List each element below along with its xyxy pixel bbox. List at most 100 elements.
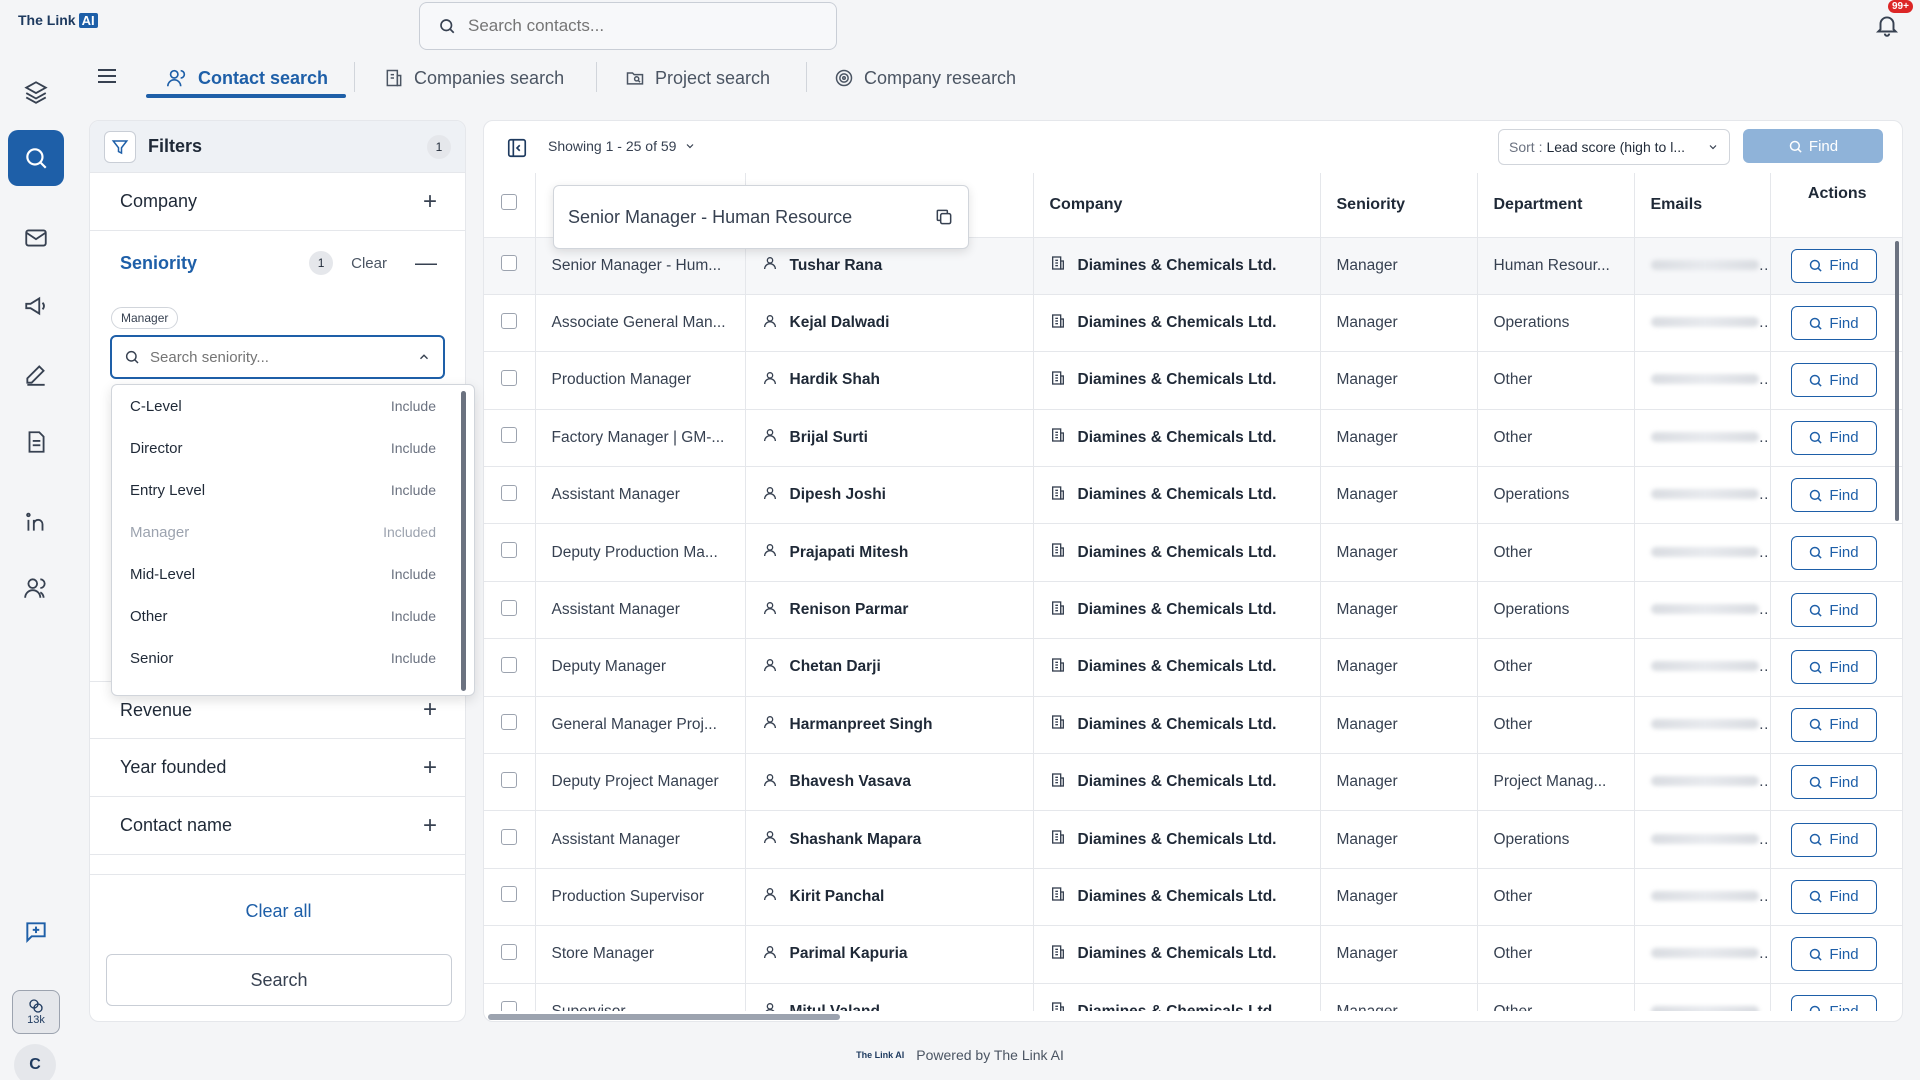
row-checkbox[interactable] — [501, 714, 517, 731]
contact-search-input[interactable] — [468, 16, 788, 36]
rail-linkedin[interactable] — [8, 494, 64, 550]
filter-seniority[interactable]: Seniority 1 Clear — — [90, 235, 465, 291]
company-name[interactable]: Diamines & Chemicals Ltd. — [1078, 716, 1277, 734]
column-header-seniority[interactable]: Seniority — [1320, 173, 1478, 238]
sidebar-collapse-icon[interactable] — [506, 137, 528, 159]
column-header-emails[interactable]: Emails — [1634, 173, 1771, 238]
company-name[interactable]: Diamines & Chemicals Ltd. — [1078, 831, 1277, 849]
row-checkbox[interactable] — [501, 255, 517, 272]
table-row[interactable]: Production Manager Hardik Shah Diamines & … — [484, 351, 1902, 410]
tab-company-research[interactable]: Company research — [834, 58, 1016, 98]
contact-name[interactable]: Harmanpreet Singh — [790, 716, 933, 734]
credits-button[interactable]: 13k — [12, 990, 60, 1034]
row-checkbox[interactable] — [501, 771, 517, 788]
results-count-dropdown[interactable]: Showing 1 - 25 of 59 — [548, 138, 696, 154]
table-row[interactable]: Associate General Man... Kejal Dalwadi Dia… — [484, 294, 1902, 353]
row-checkbox[interactable] — [501, 943, 517, 960]
horizontal-scrollbar[interactable] — [488, 1014, 840, 1020]
rail-campaigns[interactable] — [8, 278, 64, 334]
menu-icon[interactable] — [95, 64, 119, 88]
table-row[interactable]: Deputy Manager Chetan Darji Diamines & Che… — [484, 638, 1902, 697]
rail-contacts[interactable] — [8, 560, 64, 616]
job-title[interactable]: Production Manager — [535, 351, 746, 410]
option-include[interactable]: Include — [391, 650, 436, 666]
filter-toggle[interactable] — [104, 130, 136, 163]
company-name[interactable]: Diamines & Chemicals Ltd. — [1078, 257, 1277, 275]
tab-companies-search[interactable]: Companies search — [384, 58, 564, 98]
find-button[interactable]: Find — [1790, 765, 1877, 800]
find-button[interactable]: Find — [1790, 650, 1877, 685]
find-button[interactable]: Find — [1790, 478, 1877, 513]
find-button[interactable]: Find — [1790, 707, 1877, 742]
chevron-up-icon[interactable] — [417, 350, 431, 364]
option-include[interactable]: Include — [391, 566, 436, 582]
column-header-department[interactable]: Department — [1477, 173, 1635, 238]
find-button[interactable]: Find — [1790, 420, 1877, 455]
rail-documents[interactable] — [8, 414, 64, 470]
company-name[interactable]: Diamines & Chemicals Ltd. — [1078, 544, 1277, 562]
clear-all-button[interactable]: Clear all — [90, 901, 465, 922]
table-row[interactable]: Factory Manager | GM-... Brijal Surti Diam… — [484, 409, 1902, 468]
table-row[interactable]: Supervisor Mitul Valand Diamines & Chemica… — [484, 983, 1902, 1011]
tab-contact-search[interactable]: Contact search — [166, 58, 328, 98]
row-checkbox[interactable] — [501, 484, 517, 501]
rail-layers[interactable] — [8, 64, 64, 120]
find-button[interactable]: Find — [1790, 879, 1877, 914]
dropdown-scrollbar[interactable] — [461, 391, 466, 691]
sort-select[interactable]: Sort : Lead score (high to l... — [1498, 129, 1730, 165]
option-include[interactable]: Include — [391, 608, 436, 624]
company-name[interactable]: Diamines & Chemicals Ltd. — [1078, 658, 1277, 676]
job-title[interactable]: Assistant Manager — [535, 466, 746, 525]
find-all-button[interactable]: Find — [1743, 129, 1883, 163]
seniority-option[interactable]: Senior Include — [112, 637, 474, 679]
job-title[interactable]: Factory Manager | GM-... — [535, 409, 746, 468]
find-button[interactable]: Find — [1790, 593, 1877, 628]
table-row[interactable]: Assistant Manager Dipesh Joshi Diamines & … — [484, 466, 1902, 525]
company-name[interactable]: Diamines & Chemicals Ltd. — [1078, 601, 1277, 619]
minus-icon[interactable]: — — [415, 250, 437, 276]
company-name[interactable]: Diamines & Chemicals Ltd. — [1078, 371, 1277, 389]
job-title[interactable]: Supervisor — [535, 983, 746, 1011]
table-row[interactable]: Assistant Manager Shashank Mapara Diamines… — [484, 810, 1902, 869]
option-include[interactable]: Include — [391, 440, 436, 456]
table-row[interactable]: Store Manager Parimal Kapuria Diamines & C… — [484, 925, 1902, 984]
row-checkbox[interactable] — [501, 656, 517, 673]
filter-year-founded[interactable]: Year founded + — [90, 739, 465, 797]
contact-name[interactable]: Prajapati Mitesh — [790, 544, 909, 562]
find-button[interactable]: Find — [1790, 535, 1877, 570]
option-include[interactable]: Include — [391, 398, 436, 414]
table-row[interactable]: Deputy Project Manager Bhavesh Vasava Diam… — [484, 753, 1902, 812]
plus-icon[interactable]: + — [423, 812, 437, 840]
seniority-chip-manager[interactable]: Manager — [111, 307, 179, 329]
table-row[interactable]: Deputy Production Ma... Prajapati Mitesh D… — [484, 523, 1902, 582]
job-title[interactable]: Associate General Man... — [535, 294, 746, 353]
row-checkbox[interactable] — [501, 312, 517, 329]
row-checkbox[interactable] — [501, 829, 517, 846]
job-title[interactable]: Deputy Project Manager — [535, 753, 746, 812]
brand-logo[interactable]: The Link AI — [18, 12, 98, 28]
rail-mail[interactable] — [8, 210, 64, 266]
contact-name[interactable]: Brijal Surti — [790, 429, 868, 447]
job-title[interactable]: Production Supervisor — [535, 868, 746, 927]
vertical-scrollbar[interactable] — [1895, 241, 1899, 521]
job-title[interactable]: Store Manager — [535, 925, 746, 984]
contact-name[interactable]: Renison Parmar — [790, 601, 909, 619]
contact-name[interactable]: Kejal Dalwadi — [790, 314, 890, 332]
select-all-checkbox[interactable] — [501, 194, 517, 211]
contact-name[interactable]: Shashank Mapara — [790, 831, 922, 849]
seniority-option[interactable]: Entry Level Include — [112, 469, 474, 511]
contact-name[interactable]: Chetan Darji — [790, 658, 881, 676]
contact-name[interactable]: Kirit Panchal — [790, 888, 885, 906]
seniority-search-box[interactable] — [110, 335, 445, 379]
bell-icon[interactable] — [1874, 12, 1900, 38]
plus-icon[interactable]: + — [423, 188, 437, 216]
option-include[interactable]: Include — [391, 482, 436, 498]
rail-search[interactable] — [8, 130, 64, 186]
plus-icon[interactable]: + — [423, 696, 437, 724]
copy-icon[interactable] — [934, 207, 954, 227]
seniority-option[interactable]: Other Include — [112, 595, 474, 637]
find-button[interactable]: Find — [1790, 248, 1877, 283]
tab-project-search[interactable]: Project search — [625, 58, 770, 98]
company-name[interactable]: Diamines & Chemicals Ltd. — [1078, 429, 1277, 447]
seniority-option[interactable]: Mid-Level Include — [112, 553, 474, 595]
